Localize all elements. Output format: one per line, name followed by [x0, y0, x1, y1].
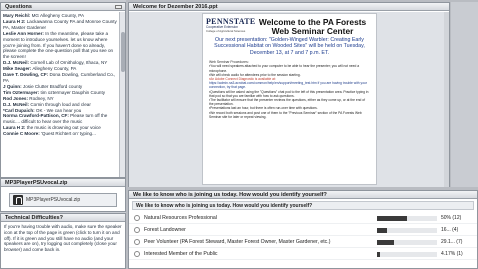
question-author: J Quinn:: [3, 83, 22, 89]
question-author: *Carl Dupaich:: [3, 107, 35, 113]
question-author: Laura H 2:: [3, 18, 26, 24]
poll-result-fill: [377, 240, 395, 245]
left-column: Questions Mary Reichl: MG Allegheny Coun…: [0, 0, 126, 269]
poll-option-row[interactable]: Natural Resources Professional 50% (12): [129, 212, 477, 224]
poll-radio[interactable]: [134, 239, 140, 245]
poll-result-bar: [377, 240, 437, 245]
question-item: Norma Crawford-Pattison, CF: Please turn…: [3, 113, 117, 125]
question-text: MG Allegheny County, PA: [30, 13, 85, 18]
question-text: Josie Clutter Bradford county: [21, 83, 83, 89]
poll-pod-title: We like to know who is joining us today.…: [133, 192, 327, 198]
poll-pod: We like to know who is joining us today.…: [128, 190, 478, 269]
poll-option-label: Forest Landowner: [144, 226, 186, 233]
poll-result-fill: [377, 228, 387, 233]
procedures-list: ▪You will need speakers attached to your…: [209, 64, 370, 119]
procedure-bullet: ▪The facilitator will ensure that the pr…: [209, 98, 366, 107]
question-author: Leslie Ann Horner:: [3, 30, 44, 36]
procedure-bullet: ▪You will need speakers attached to your…: [209, 64, 360, 73]
procedure-bullet: ▪We record both sessions and post one of…: [209, 110, 362, 119]
tech-help-text: If you're having trouble with audio, mak…: [4, 224, 122, 253]
question-author: D.J. McNeil:: [3, 101, 30, 107]
question-author: Mary Reichl:: [3, 13, 31, 18]
slide: PENNSTATE Cooperative Extension College …: [202, 13, 377, 185]
question-item: Dave T. Dowling, CF: Dona Dowling, Cumbe…: [3, 72, 117, 84]
poll-option-label: Natural Resources Professional: [144, 214, 217, 221]
slide-scrollbar[interactable]: [444, 12, 449, 187]
poll-result-percent: 50% (12): [441, 214, 462, 221]
question-item: Laura H 2: Lackawanna County PA and Monr…: [3, 19, 117, 31]
question-author: Connie C Moore:: [3, 131, 40, 137]
poll-result-fill: [377, 216, 407, 221]
poll-result-percent: 29.1... (7): [441, 238, 463, 245]
question-author: D.J. McNeil:: [3, 60, 30, 66]
poll-radio[interactable]: [134, 215, 140, 221]
mp3-pod-title: MP3PlayerPSUvocal.zip: [5, 180, 68, 186]
poll-result-bar: [377, 252, 437, 257]
questions-pod-header: Questions: [1, 3, 125, 11]
presentation-title: Welcome for Dezember 2016.ppt: [133, 4, 218, 10]
poll-result-percent: 4.17% (1): [441, 250, 463, 257]
question-author: Laura H 2:: [3, 125, 26, 131]
right-strip: [451, 2, 478, 187]
poll-option-row[interactable]: Interested Member of the Public 4.17% (1): [129, 248, 477, 260]
presentation-pod: Welcome for Dezember 2016.ppt PENNSTATE …: [128, 2, 450, 187]
poll-result-bar: [377, 228, 437, 233]
next-presentation: Our next presentation: "Golden-Winged Wa…: [214, 37, 365, 56]
question-text: Cornell Lab of Ornithology, Ithaca, NY: [29, 60, 108, 66]
poll-result-bar: [377, 216, 437, 221]
slide-title: Welcome to the PA Forests Web Seminar Ce…: [258, 17, 367, 37]
mp3-pod: MP3PlayerPSUvocal.zip MP3PlayerPSUvocal.…: [0, 178, 126, 212]
question-item: Connie C Moore: 'Quest Richtert on' typi…: [3, 131, 117, 137]
file-download-row[interactable]: MP3PlayerPSUvocal.zip: [9, 193, 117, 207]
pod-menu-icon[interactable]: [115, 5, 122, 9]
question-text: the music is drowning out your voice: [25, 125, 101, 131]
question-author: Dave T. Dowling, CF:: [3, 72, 49, 78]
poll-radio[interactable]: [134, 227, 140, 233]
procedure-bullet: ▪Questions will be asked using the "Ques…: [209, 89, 369, 98]
poll-option-label: Interested Member of the Public: [144, 250, 218, 257]
poll-question: We like to know who is joining us today.…: [132, 201, 474, 210]
poll-result-percent: 16... (4): [441, 226, 459, 233]
scrollbar-thumb[interactable]: [121, 32, 125, 72]
tech-pod-header: Technical Difficulties?: [1, 214, 125, 222]
question-scrollbar[interactable]: [119, 12, 125, 177]
tech-pod-title: Technical Difficulties?: [5, 215, 63, 221]
question-text: 'Quest Richtert on' typing...: [39, 131, 96, 137]
slide-area: PENNSTATE Cooperative Extension College …: [129, 12, 449, 187]
question-list: Mary Reichl: MG Allegheny County, PA Laur…: [1, 12, 119, 177]
poll-option-row[interactable]: Peer Volunteer (PA Forest Steward, Maste…: [129, 236, 477, 248]
question-text: OK - We can hear you: [34, 107, 82, 113]
poll-pod-header: We like to know who is joining us today.…: [129, 191, 477, 199]
questions-pod: Questions Mary Reichl: MG Allegheny Coun…: [0, 2, 126, 178]
question-author: Mike Seager:: [3, 66, 32, 72]
question-text: tim oztermayer Dauphin County: [39, 89, 106, 95]
procedure-bullet[interactable]: https://admin.na3.acrobat.com/common/hel…: [209, 81, 370, 89]
poll-option-row[interactable]: Forest Landowner 16... (4): [129, 224, 477, 236]
questions-pod-title: Questions: [5, 4, 32, 10]
question-author: Tim Oztermayer:: [3, 89, 40, 95]
question-author: Norma Crawford-Pattison, CF:: [3, 113, 69, 119]
poll-option-label: Peer Volunteer (PA Forest Steward, Maste…: [144, 238, 331, 245]
question-text: Cornin through loud and clear: [29, 101, 91, 107]
question-author: Rod Jones:: [3, 95, 29, 101]
presentation-pod-header: Welcome for Dezember 2016.ppt: [129, 3, 449, 11]
poll-result-fill: [377, 252, 380, 257]
question-text: Allegheny County, PA: [31, 66, 77, 72]
question-text: Rodney, NY: [28, 95, 54, 101]
poll-options: Natural Resources Professional 50% (12) Fo…: [129, 212, 477, 260]
zip-file-icon: [13, 195, 23, 205]
logo-subtitle-2: College of Agricultural Sciences: [206, 28, 246, 33]
poll-radio[interactable]: [134, 251, 140, 257]
question-item: Leslie Ann Horner: In the meantime, plea…: [3, 31, 117, 61]
tech-difficulties-pod: Technical Difficulties? If you're having…: [0, 213, 126, 269]
mp3-pod-header: MP3PlayerPSUvocal.zip: [1, 179, 125, 187]
slide-body: Our next presentation: "Golden-Winged Wa…: [209, 37, 370, 119]
pennstate-logo: PENNSTATE Cooperative Extension College …: [206, 17, 255, 33]
file-name: MP3PlayerPSUvocal.zip: [26, 197, 81, 203]
